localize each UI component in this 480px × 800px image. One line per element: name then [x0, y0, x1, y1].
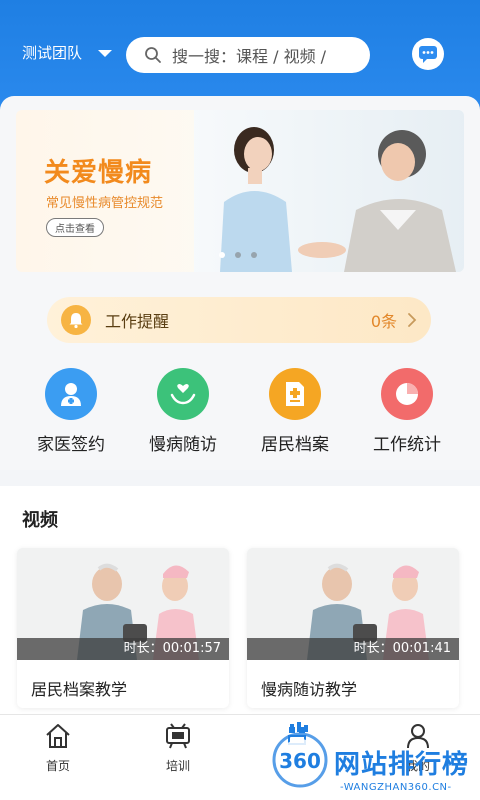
search-icon: [145, 47, 161, 63]
quick-action-label: 居民档案: [261, 435, 329, 455]
work-reminder-bar[interactable]: 工作提醒 0条: [47, 297, 431, 343]
quick-action-family-doctor[interactable]: 家医签约: [21, 368, 121, 455]
home-icon: [46, 724, 70, 748]
quick-actions: 家医签约 慢病随访 居民档案 工作统计: [0, 368, 480, 464]
video-card[interactable]: 时长：00:01:41 慢病随访教学: [247, 548, 459, 708]
video-thumbnail: 时长：00:01:57: [17, 548, 229, 660]
pager-dot[interactable]: [251, 252, 257, 258]
video-duration: 时长：00:01:41: [247, 638, 459, 660]
quick-action-chronic-followup[interactable]: 慢病随访: [133, 368, 233, 455]
section-title: 视频: [22, 510, 58, 531]
quick-action-label: 工作统计: [373, 435, 441, 455]
bell-icon: [61, 305, 91, 335]
video-title: 居民档案教学: [31, 680, 128, 699]
video-thumbnail: 时长：00:01:41: [247, 548, 459, 660]
promo-banner[interactable]: 关爱慢病 常见慢性病管控规范 点击查看: [16, 110, 464, 272]
search-placeholder: 搜一搜：课程 / 视频 /: [172, 47, 327, 66]
chevron-right-icon: [408, 313, 417, 327]
watermark-url: -WANGZHAN360.CN-: [340, 782, 452, 793]
pager-dot[interactable]: [219, 252, 225, 258]
heart-hands-icon: [157, 368, 209, 420]
banner-photo: [194, 110, 464, 272]
tab-label: 首页: [45, 759, 70, 773]
message-button[interactable]: [412, 38, 444, 70]
search-input[interactable]: 搜一搜：课程 / 视频 /: [126, 37, 370, 73]
reminder-label: 工作提醒: [105, 312, 170, 331]
video-card[interactable]: 时长：00:01:57 居民档案教学: [17, 548, 229, 708]
chat-icon: [419, 46, 437, 63]
video-title: 慢病随访教学: [261, 680, 358, 699]
watermark-logo-icon: 360: [272, 722, 328, 788]
tab-label: 培训: [165, 759, 190, 773]
svg-text:360: 360: [279, 749, 321, 773]
pager-dot[interactable]: [235, 252, 241, 258]
banner-subtitle: 常见慢性病管控规范: [46, 196, 164, 211]
tab-home[interactable]: 首页: [18, 721, 98, 774]
quick-action-statistics[interactable]: 工作统计: [357, 368, 457, 455]
quick-action-label: 慢病随访: [149, 435, 217, 455]
banner-pager: [219, 252, 257, 258]
chevron-down-icon: [98, 50, 113, 57]
watermark-text: 网站排行榜: [334, 750, 470, 780]
team-selector[interactable]: 测试团队: [22, 42, 113, 63]
quick-action-label: 家医签约: [37, 435, 105, 455]
quick-action-resident-file[interactable]: 居民档案: [245, 368, 345, 455]
training-icon: [166, 723, 190, 749]
watermark: 360 网站排行榜 -WANGZHAN360.CN-: [268, 718, 480, 800]
video-section: 视频 时长：00:01:57 居民档案教学 时长：00:01:41 慢病随访教学: [0, 486, 480, 714]
doctor-icon: [45, 368, 97, 420]
medical-file-icon: [269, 368, 321, 420]
banner-view-button[interactable]: 点击查看: [46, 218, 104, 237]
tab-training[interactable]: 培训: [138, 721, 218, 774]
pie-chart-icon: [381, 368, 433, 420]
reminder-count: 0条: [370, 312, 397, 331]
banner-title: 关爱慢病: [44, 158, 153, 188]
video-duration: 时长：00:01:57: [17, 638, 229, 660]
team-name: 测试团队: [22, 44, 83, 62]
